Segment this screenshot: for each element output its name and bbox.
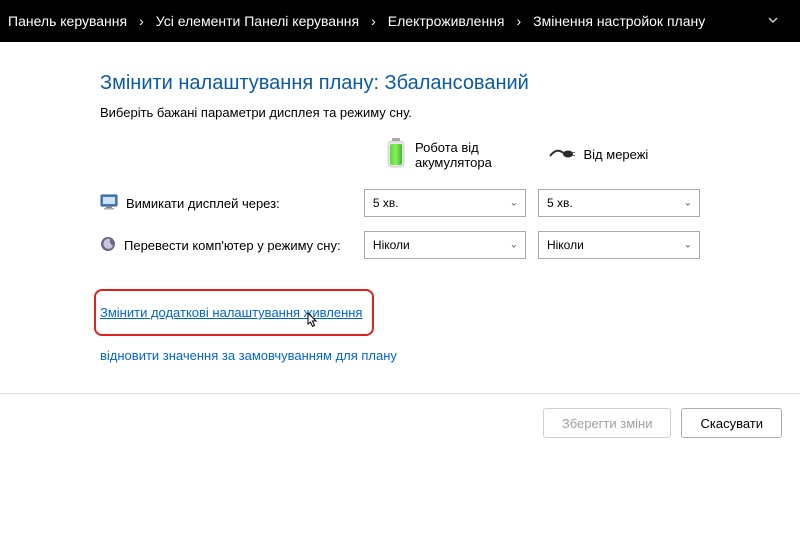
restore-defaults-link[interactable]: відновити значення за замовчуванням для … bbox=[100, 348, 397, 363]
cancel-button[interactable]: Скасувати bbox=[681, 408, 782, 438]
breadcrumb-bar: Панель керування › Усі елементи Панелі к… bbox=[0, 0, 800, 42]
row-label-text: Перевести комп'ютер у режиму сну: bbox=[124, 238, 341, 253]
chevron-right-icon: › bbox=[513, 13, 526, 29]
breadcrumb-item[interactable]: Змінення настройок плану bbox=[525, 13, 713, 29]
breadcrumb-item[interactable]: Усі елементи Панелі керування bbox=[148, 13, 367, 29]
column-headers: Робота від акумулятора Від мережі bbox=[100, 138, 700, 171]
button-bar: Зберегти зміни Скасувати bbox=[0, 394, 800, 438]
display-battery-select[interactable]: 5 хв. bbox=[364, 189, 526, 217]
main-content: Змінити налаштування плану: Збалансовани… bbox=[0, 42, 700, 438]
moon-icon bbox=[100, 236, 116, 255]
sleep-plugged-select[interactable]: Ніколи bbox=[538, 231, 700, 259]
row-label-text: Вимикати дисплей через: bbox=[126, 196, 280, 211]
advanced-settings-link[interactable]: Змінити додаткові налаштування живлення bbox=[100, 305, 362, 320]
battery-column-header: Робота від акумулятора bbox=[385, 138, 538, 171]
save-button[interactable]: Зберегти зміни bbox=[543, 408, 672, 438]
links-section: Змінити додаткові налаштування живлення … bbox=[100, 289, 700, 363]
page-description: Виберіть бажані параметри дисплея та реж… bbox=[100, 105, 700, 120]
chevron-down-icon[interactable] bbox=[754, 13, 792, 30]
chevron-right-icon: › bbox=[367, 13, 380, 29]
annotation-highlight: Змінити додаткові налаштування живлення bbox=[94, 289, 374, 336]
display-timeout-row: Вимикати дисплей через: 5 хв. ⌄ 5 хв. ⌄ bbox=[100, 189, 700, 217]
sleep-timeout-row: Перевести комп'ютер у режиму сну: Ніколи… bbox=[100, 231, 700, 259]
breadcrumb-item[interactable]: Панель керування bbox=[0, 13, 135, 29]
column-label: Робота від акумулятора bbox=[415, 140, 538, 170]
page-title: Змінити налаштування плану: Збалансовани… bbox=[100, 72, 700, 95]
column-label: Від мережі bbox=[584, 147, 649, 162]
plug-icon bbox=[548, 144, 576, 165]
chevron-right-icon: › bbox=[135, 13, 148, 29]
plugged-column-header: Від мережі bbox=[548, 144, 701, 165]
breadcrumb-item[interactable]: Електроживлення bbox=[380, 13, 513, 29]
monitor-icon bbox=[100, 193, 118, 214]
display-plugged-select[interactable]: 5 хв. bbox=[538, 189, 700, 217]
battery-icon bbox=[385, 138, 407, 171]
sleep-battery-select[interactable]: Ніколи bbox=[364, 231, 526, 259]
